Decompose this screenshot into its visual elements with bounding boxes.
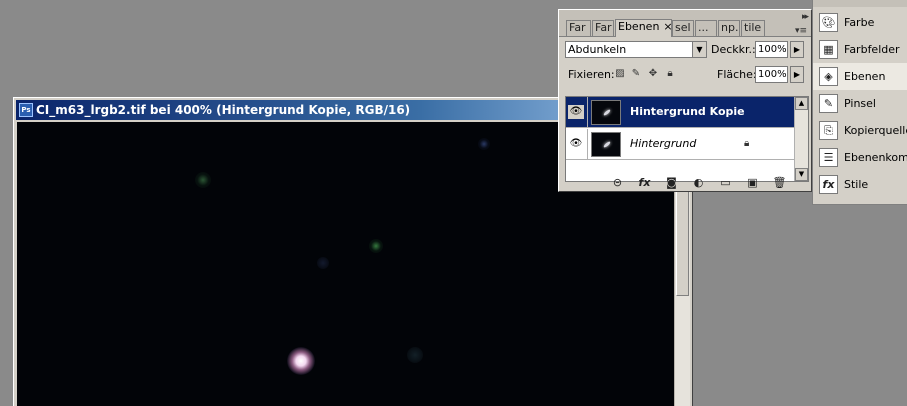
star [287, 347, 315, 375]
layer-comps-icon: ☰ [819, 148, 838, 167]
tab-ebenenkomp[interactable]: np. [718, 20, 740, 36]
dock-item-ebenen[interactable]: ◈ Ebenen [813, 63, 907, 90]
tab-pfade[interactable]: ... [695, 20, 717, 36]
layer-thumbnail [591, 100, 621, 125]
opacity-input[interactable]: 100% [755, 41, 788, 58]
layer-thumbnail [591, 132, 621, 157]
layer-name[interactable]: Hintergrund [630, 137, 696, 150]
layer-name[interactable]: Hintergrund Kopie [630, 105, 745, 118]
divider [587, 129, 588, 160]
mask-icon[interactable]: ◙ [663, 176, 680, 190]
layer-list-scrollbar[interactable]: ▲ ▼ [794, 97, 808, 181]
lock-label: Fixieren: [568, 68, 615, 81]
tab-farbfelder[interactable]: Far [592, 20, 614, 36]
document-title: CI_m63_lrgb2.tif bei 400% (Hintergrund K… [36, 103, 411, 117]
brush-icon: ✎ [819, 94, 838, 113]
fill-slider-button[interactable]: ▶ [790, 66, 804, 83]
star [317, 257, 329, 269]
chevron-down-icon[interactable]: ▼ [692, 42, 706, 57]
panel-dock: 🎨︎ Farbe ▦ Farbfelder ◈ Ebenen ✎ Pinsel … [812, 7, 907, 205]
dock-item-pinsel[interactable]: ✎ Pinsel [813, 90, 907, 117]
scroll-down-icon[interactable]: ▼ [795, 168, 808, 181]
star [195, 172, 211, 188]
new-layer-icon[interactable]: ▣ [744, 176, 761, 190]
galaxy-thumb [602, 140, 612, 149]
swatches-icon: ▦ [819, 40, 838, 59]
blend-mode-select[interactable]: Abdunkeln ▼ [565, 41, 707, 58]
layer-row[interactable]: 👁︎ Hintergrund 🔒︎ [566, 129, 794, 160]
trash-icon[interactable]: 🗑︎ [771, 176, 788, 190]
divider [587, 97, 588, 128]
scroll-up-icon[interactable]: ▲ [795, 97, 808, 110]
lock-pixels-icon[interactable]: ✎ [630, 68, 642, 80]
dock-item-kopierquelle[interactable]: ⎘ Kopierquelle [813, 117, 907, 144]
opacity-label: Deckkr.: [711, 43, 756, 56]
dock-header [812, 0, 907, 7]
dock-item-ebenenkomp[interactable]: ☰ Ebenenkomp [813, 144, 907, 171]
layer-row[interactable]: 👁︎ Hintergrund Kopie [566, 97, 794, 128]
tab-farbe[interactable]: Far [566, 20, 591, 36]
fx-icon[interactable]: fx [636, 176, 653, 190]
star [369, 239, 383, 253]
opacity-slider-button[interactable]: ▶ [790, 41, 804, 58]
collapse-icon[interactable]: ▸▸ [802, 12, 809, 22]
photoshop-doc-icon: Ps [19, 103, 33, 117]
eye-icon[interactable]: 👁︎ [568, 105, 584, 119]
panel-tab-bar: Far Far Ebenen × sel ... np. tile ▸▸ ▾≡ [559, 10, 811, 37]
fill-label: Fläche: [717, 68, 757, 81]
tab-kanaele[interactable]: sel [672, 20, 694, 36]
eye-icon[interactable]: 👁︎ [568, 137, 584, 151]
layers-icon: ◈ [819, 67, 838, 86]
lock-transparency-icon[interactable]: ▨ [614, 68, 626, 80]
layers-panel[interactable]: Far Far Ebenen × sel ... np. tile ▸▸ ▾≡ A… [558, 9, 812, 192]
adjustment-icon[interactable]: ◐ [690, 176, 707, 190]
styles-icon: fx [819, 175, 838, 194]
palette-icon: 🎨︎ [819, 13, 838, 32]
fill-input[interactable]: 100% [755, 66, 788, 83]
clone-source-icon: ⎘ [819, 121, 838, 140]
dock-item-stile[interactable]: fx Stile [813, 171, 907, 198]
lock-position-icon[interactable]: ✥ [647, 68, 659, 80]
star [407, 347, 423, 363]
link-icon[interactable]: ⊝ [609, 176, 626, 190]
folder-icon[interactable]: ▭ [717, 176, 734, 190]
tab-ebenen[interactable]: Ebenen × [615, 19, 672, 37]
panel-menu-icon[interactable]: ▾≡ [795, 26, 807, 36]
star [478, 138, 490, 150]
lock-all-icon[interactable]: 🔒︎ [664, 68, 676, 80]
close-icon[interactable]: × [663, 20, 671, 33]
dock-item-farbfelder[interactable]: ▦ Farbfelder [813, 36, 907, 63]
tab-stile[interactable]: tile [741, 20, 765, 36]
layer-list[interactable]: 👁︎ Hintergrund Kopie 👁︎ Hintergrund 🔒︎ ▲… [565, 96, 809, 182]
lock-icon: 🔒︎ [744, 138, 750, 149]
layers-bottom-toolbar: ⊝ fx ◙ ◐ ▭ ▣ 🗑︎ [609, 175, 788, 191]
galaxy-thumb [602, 108, 612, 117]
dock-item-farbe[interactable]: 🎨︎ Farbe [813, 9, 907, 36]
